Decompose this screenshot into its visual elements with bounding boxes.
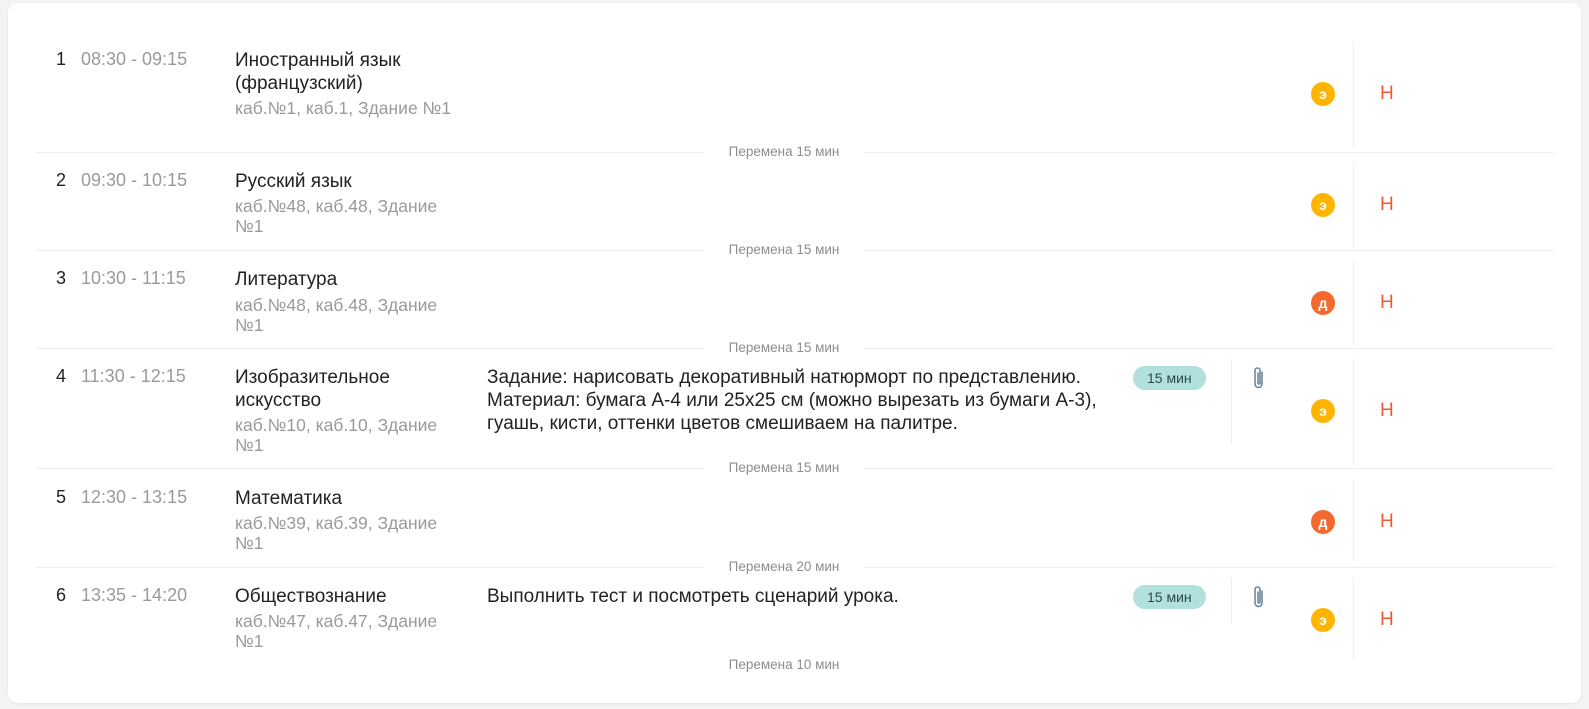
- lesson-time: 08:30 - 09:15: [81, 49, 188, 69]
- lesson-time: 13:35 - 14:20: [81, 585, 188, 605]
- attendance-mark[interactable]: Н: [1380, 400, 1394, 422]
- paperclip-icon[interactable]: [1252, 365, 1266, 396]
- break-label: Перемена 15 мин: [704, 242, 864, 257]
- column-divider: [1353, 578, 1354, 660]
- column-divider: [1353, 42, 1354, 148]
- attendance-mark[interactable]: Н: [1380, 609, 1394, 631]
- lesson-type-badge[interactable]: д: [1311, 291, 1335, 315]
- lesson-time: 10:30 - 11:15: [81, 268, 186, 288]
- homework-text: Задание: нарисовать декоративный натюрмо…: [487, 367, 1097, 434]
- schedule-card: 1 08:30 - 09:15 Иностранный язык (францу…: [8, 3, 1581, 703]
- lesson-number: 6: [56, 585, 67, 605]
- lesson-row: 5 12:30 - 13:15 Математика каб.№39, каб.…: [36, 480, 1554, 567]
- lesson-type-badge[interactable]: э: [1311, 399, 1335, 423]
- attendance-mark[interactable]: Н: [1380, 194, 1394, 216]
- duration-pill: 15 мин: [1133, 585, 1206, 609]
- lesson-subject[interactable]: Литература: [235, 268, 465, 291]
- lesson-type-badge[interactable]: д: [1311, 510, 1335, 534]
- lesson-room: каб.№48, каб.48, Здание №1: [235, 196, 438, 236]
- lesson-number: 4: [56, 366, 67, 386]
- column-divider: [1353, 261, 1354, 345]
- break-label: Перемена 15 мин: [704, 460, 864, 475]
- lesson-type-badge[interactable]: э: [1311, 193, 1335, 217]
- lesson-room: каб.№48, каб.48, Здание №1: [235, 295, 438, 335]
- lesson-row: 4 11:30 - 12:15 Изобразительное искусств…: [36, 359, 1554, 466]
- lesson-row: 1 08:30 - 09:15 Иностранный язык (францу…: [36, 42, 1554, 153]
- break-label: Перемена 15 мин: [704, 340, 864, 355]
- break-label: Перемена 15 мин: [704, 144, 864, 159]
- lesson-number: 3: [56, 268, 67, 288]
- lesson-row: 2 09:30 - 10:15 Русский язык каб.№48, ка…: [36, 163, 1554, 250]
- attendance-mark[interactable]: Н: [1380, 83, 1394, 105]
- lesson-subject[interactable]: Иностранный язык (французский): [235, 49, 465, 95]
- lesson-subject[interactable]: Математика: [235, 487, 465, 510]
- lesson-subject[interactable]: Обществознание: [235, 585, 465, 608]
- lesson-subject[interactable]: Русский язык: [235, 170, 465, 193]
- paperclip-icon[interactable]: [1252, 584, 1266, 615]
- lesson-time: 11:30 - 12:15: [81, 366, 186, 386]
- column-divider: [1231, 578, 1232, 624]
- lesson-row: 3 10:30 - 11:15 Литература каб.№48, каб.…: [36, 261, 1554, 348]
- lesson-room: каб.№10, каб.10, Здание №1: [235, 415, 438, 455]
- attendance-mark[interactable]: Н: [1380, 511, 1394, 533]
- lesson-room: каб.№39, каб.39, Здание №1: [235, 513, 438, 553]
- lesson-time: 12:30 - 13:15: [81, 487, 188, 507]
- homework-text: Выполнить тест и посмотреть сценарий уро…: [487, 586, 899, 607]
- lesson-row: 6 13:35 - 14:20 Обществознание каб.№47, …: [36, 578, 1554, 665]
- column-divider: [1231, 359, 1232, 445]
- column-divider: [1353, 359, 1354, 465]
- duration-pill: 15 мин: [1133, 366, 1206, 390]
- break-label: Перемена 10 мин: [704, 657, 864, 672]
- break-label: Перемена 20 мин: [704, 559, 864, 574]
- attendance-mark[interactable]: Н: [1380, 292, 1394, 314]
- column-divider: [1353, 163, 1354, 247]
- lesson-number: 1: [56, 49, 67, 69]
- lesson-room: каб.№1, каб.1, Здание №1: [235, 98, 452, 118]
- lesson-type-badge[interactable]: э: [1311, 608, 1335, 632]
- lesson-type-badge[interactable]: э: [1311, 82, 1335, 106]
- lesson-time: 09:30 - 10:15: [81, 170, 188, 190]
- lesson-number: 2: [56, 170, 67, 190]
- lesson-subject[interactable]: Изобразительное искусство: [235, 366, 465, 412]
- column-divider: [1353, 480, 1354, 562]
- lesson-room: каб.№47, каб.47, Здание №1: [235, 611, 438, 651]
- lesson-number: 5: [56, 487, 67, 507]
